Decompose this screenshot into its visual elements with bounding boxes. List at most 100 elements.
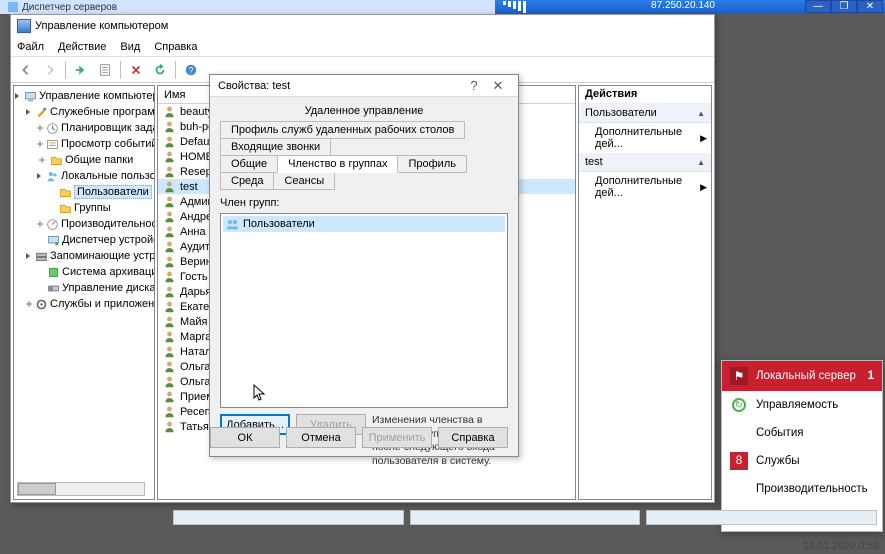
mmc-titlebar[interactable]: Управление компьютером: [11, 15, 714, 37]
tree-toggle-icon[interactable]: [36, 171, 44, 182]
mmc-title-text: Управление компьютером: [35, 20, 168, 32]
tree-users-node[interactable]: Пользователи: [74, 185, 152, 199]
menu-action[interactable]: Действие: [58, 41, 106, 53]
folder-icon: [58, 201, 72, 215]
user-name: Майя: [180, 316, 208, 328]
group-membership-list[interactable]: Пользователи: [220, 213, 508, 408]
toolbar-forward-button[interactable]: [39, 60, 61, 80]
tree-diskmgmt[interactable]: Управление дисками: [62, 282, 155, 294]
tree-toggle-icon[interactable]: [25, 299, 33, 310]
dialog-help-button[interactable]: ?: [462, 78, 486, 93]
computer-icon: [24, 89, 37, 103]
local-users-icon: [46, 169, 59, 183]
tree-toggle-icon[interactable]: [36, 219, 44, 230]
tree-horizontal-scrollbar[interactable]: [17, 482, 145, 496]
tree-toggle-icon[interactable]: [25, 107, 33, 118]
dialog-help-footer-button[interactable]: Справка: [438, 427, 508, 448]
tree-performance[interactable]: Производительность: [61, 218, 155, 230]
storage-icon: [35, 249, 48, 263]
dialog-tab[interactable]: Профиль: [397, 155, 467, 173]
menu-help[interactable]: Справка: [154, 41, 197, 53]
tree-toggle-icon[interactable]: [25, 251, 33, 262]
remote-session-title-wrap: Диспетчер серверов: [0, 0, 495, 14]
user-icon: [162, 195, 176, 209]
tree-toggle-icon[interactable]: [36, 123, 44, 134]
session-close-button[interactable]: ✕: [857, 0, 883, 13]
bottom-panel-placeholders: [165, 506, 885, 529]
signal-icon: [503, 1, 526, 13]
actions-section-users[interactable]: Пользователи▲: [579, 104, 711, 123]
dialog-tab[interactable]: Членство в группах: [277, 155, 398, 173]
device-manager-icon: [47, 233, 60, 247]
session-minimize-button[interactable]: —: [805, 0, 831, 13]
server-status-header[interactable]: ⚑ Локальный сервер 1: [722, 361, 882, 391]
session-restore-button[interactable]: ❐: [831, 0, 857, 13]
dialog-titlebar[interactable]: Свойства: test ? ✕: [210, 75, 518, 97]
tree-sharedfolders[interactable]: Общие папки: [65, 154, 133, 166]
dialog-tab[interactable]: Среда: [220, 172, 274, 190]
session-window-controls: — ❐ ✕: [805, 0, 883, 13]
actions-section-test[interactable]: test▲: [579, 153, 711, 172]
alert-flag-icon: ⚑: [730, 367, 748, 385]
user-icon: [162, 135, 176, 149]
status-item-performance[interactable]: Производительность: [722, 475, 882, 503]
tree-toggle-icon[interactable]: [36, 155, 47, 166]
group-item[interactable]: Пользователи: [223, 216, 505, 232]
tree-storage[interactable]: Запоминающие устройст: [50, 250, 155, 262]
diskmgmt-icon: [47, 281, 60, 295]
menu-view[interactable]: Вид: [120, 41, 140, 53]
dialog-cancel-button[interactable]: Отмена: [286, 427, 356, 448]
toolbar-delete-button[interactable]: [125, 60, 147, 80]
actions-more-test[interactable]: Дополнительные дей...▶: [579, 172, 711, 202]
user-icon: [162, 180, 176, 194]
server-status-title: Локальный сервер: [756, 370, 856, 382]
user-icon: [162, 210, 176, 224]
tree-toggle-icon[interactable]: [14, 91, 22, 102]
actions-more-users[interactable]: Дополнительные дей...▶: [579, 123, 711, 153]
toolbar-back-button[interactable]: [15, 60, 37, 80]
toolbar-up-button[interactable]: [70, 60, 92, 80]
dialog-tab[interactable]: Входящие звонки: [220, 138, 331, 156]
user-icon: [162, 300, 176, 314]
tree-local-users[interactable]: Локальные пользоват: [61, 170, 155, 182]
ok-icon: ↻: [730, 396, 748, 414]
svg-text:?: ?: [189, 65, 194, 75]
server-alert-count: 1: [868, 370, 874, 382]
remote-session-bar: Диспетчер серверов 87.250.20.140 — ❐ ✕: [0, 0, 885, 14]
tree-toggle-icon[interactable]: [36, 139, 44, 150]
status-item-manageability[interactable]: ↻Управляемость: [722, 391, 882, 419]
user-name: Ольга: [180, 361, 210, 373]
dialog-apply-button: Применить: [362, 427, 432, 448]
user-icon: [162, 150, 176, 164]
mmc-menubar: Файл Действие Вид Справка: [11, 37, 714, 57]
performance-icon: [46, 217, 59, 231]
services-apps-icon: [35, 297, 48, 311]
menu-file[interactable]: Файл: [17, 41, 44, 53]
toolbar-properties-button[interactable]: [94, 60, 116, 80]
user-properties-dialog: Свойства: test ? ✕ Удаленное управление …: [209, 74, 519, 457]
tree-scheduler[interactable]: Планировщик заданий: [61, 122, 155, 134]
user-icon: [162, 315, 176, 329]
dialog-tab[interactable]: Профиль служб удаленных рабочих столов: [220, 121, 465, 139]
status-item-services[interactable]: 8Службы: [722, 447, 882, 475]
mmc-tree[interactable]: Управление компьютером (л Служебные прог…: [13, 85, 155, 500]
tree-services-apps[interactable]: Службы и приложения: [50, 298, 155, 310]
toolbar-refresh-button[interactable]: [149, 60, 171, 80]
status-item-events[interactable]: События: [722, 419, 882, 447]
tree-utilities[interactable]: Служебные программы: [50, 106, 155, 118]
tree-groups-node[interactable]: Группы: [74, 202, 111, 214]
user-icon: [162, 225, 176, 239]
tree-devicemgr[interactable]: Диспетчер устройств: [62, 234, 155, 246]
dialog-tab[interactable]: Сеансы: [273, 172, 335, 190]
tree-root[interactable]: Управление компьютером (л: [39, 90, 155, 102]
user-icon: [162, 240, 176, 254]
tree-backup[interactable]: Система архивации да: [62, 266, 155, 278]
tree-eventviewer[interactable]: Просмотр событий: [61, 138, 155, 150]
dialog-tabs-row1: Профиль служб удаленных рабочих столовВх…: [220, 121, 508, 155]
dialog-tab[interactable]: Общие: [220, 155, 278, 173]
dialog-ok-button[interactable]: ОК: [210, 427, 280, 448]
user-icon: [162, 375, 176, 389]
user-icon: [162, 255, 176, 269]
toolbar-help-button[interactable]: ?: [180, 60, 202, 80]
dialog-close-button[interactable]: ✕: [486, 78, 510, 94]
